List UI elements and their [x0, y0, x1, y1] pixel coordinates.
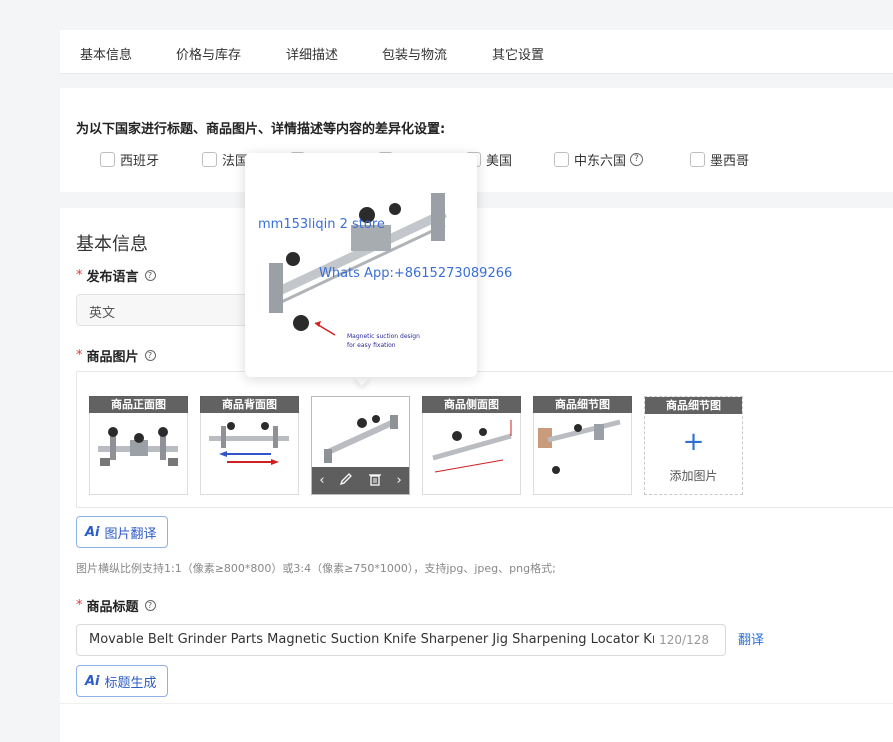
country-settings-title: 为以下国家进行标题、商品图片、详情描述等内容的差异化设置:: [76, 122, 446, 137]
annotation-text: Magnetic suction design: [347, 333, 420, 340]
ai-icon: Ai: [85, 524, 100, 540]
section-title: 基本信息: [76, 234, 148, 255]
ai-icon: Ai: [85, 673, 100, 689]
tab-price-stock[interactable]: 价格与库存: [176, 44, 241, 63]
tab-detail-description[interactable]: 详细描述: [286, 44, 338, 63]
country-label: 中东六国: [574, 154, 627, 169]
next-image-icon[interactable]: ›: [396, 473, 401, 488]
product-images-label: * 商品图片 ?: [76, 346, 156, 365]
product-image: [209, 422, 289, 465]
country-label: 墨西哥: [710, 154, 750, 169]
country-checkbox-mexico[interactable]: 墨西哥: [690, 150, 749, 169]
country-checkbox-middle-east[interactable]: 中东六国?: [554, 150, 644, 169]
image-slot-label: 商品正面图: [89, 396, 188, 413]
button-label: 图片翻译: [104, 526, 157, 542]
label-text: 商品标题: [86, 600, 139, 615]
help-icon[interactable]: ?: [144, 270, 156, 281]
product-image-gallery: 商品正面图 商品背面图 ‹ › 商品侧面图 商品细节图 商品细节图 + 添加图片: [76, 371, 893, 508]
image-translate-button[interactable]: Ai 图片翻译: [76, 516, 168, 548]
country-label: 西班牙: [120, 154, 160, 169]
annotation-text: for easy fixation: [347, 342, 396, 349]
help-icon[interactable]: ?: [630, 153, 644, 166]
required-mark: *: [76, 348, 83, 363]
add-image-text: 添加图片: [669, 469, 718, 483]
label-text: 商品图片: [86, 350, 139, 365]
country-checkbox-spain[interactable]: 西班牙: [100, 150, 159, 169]
watermark-store: mm153liqin 2 store: [258, 217, 385, 232]
checkbox[interactable]: [554, 152, 569, 167]
title-char-count: 120/128: [659, 633, 709, 647]
image-slot-label: 商品背面图: [200, 396, 299, 413]
title-value: Movable Belt Grinder Parts Magnetic Suct…: [89, 632, 654, 647]
image-slot-label: 商品细节图: [533, 396, 632, 413]
help-icon[interactable]: ?: [144, 350, 156, 361]
checkbox[interactable]: [202, 152, 217, 167]
prev-image-icon[interactable]: ‹: [319, 473, 324, 488]
delete-icon[interactable]: [368, 472, 382, 490]
product-image: [538, 419, 621, 474]
product-image: [98, 427, 178, 466]
image-toolbar: ‹ ›: [312, 467, 409, 494]
plus-icon: +: [682, 427, 705, 457]
help-icon[interactable]: ?: [144, 600, 156, 611]
required-mark: *: [76, 268, 83, 283]
title-generate-button[interactable]: Ai 标题生成: [76, 665, 168, 697]
tab-other-settings[interactable]: 其它设置: [492, 44, 544, 63]
tab-basic-info[interactable]: 基本信息: [80, 44, 132, 63]
watermark-whatsapp: Whats App:+8615273089266: [319, 266, 513, 281]
edit-icon[interactable]: [339, 472, 353, 490]
product-image: [432, 420, 512, 473]
country-checkbox-france[interactable]: 法国: [202, 150, 248, 169]
label-text: 发布语言: [86, 270, 139, 285]
translate-link[interactable]: 翻译: [738, 629, 764, 648]
checkbox[interactable]: [690, 152, 705, 167]
checkbox[interactable]: [100, 152, 115, 167]
add-image-button[interactable]: 商品细节图 + 添加图片: [644, 396, 743, 495]
product-title-label: * 商品标题 ?: [76, 596, 156, 615]
image-slot-label: 商品细节图: [645, 397, 742, 414]
publish-language-label: * 发布语言 ?: [76, 266, 156, 285]
image-requirements-hint: 图片横纵比例支持1:1（像素≥800*800）或3:4（像素≥750*1000）…: [76, 562, 556, 575]
divider: [60, 703, 893, 704]
product-title-input[interactable]: Movable Belt Grinder Parts Magnetic Suct…: [76, 624, 726, 656]
image-preview-popover: mm153liqin 2 store Whats App:+8615273089…: [245, 153, 512, 377]
image-slot-label: 商品侧面图: [422, 396, 521, 413]
button-label: 标题生成: [104, 675, 157, 691]
country-label: 美国: [486, 154, 513, 169]
required-mark: *: [76, 598, 83, 613]
image-slot-hovered[interactable]: ‹ ›: [311, 396, 410, 495]
tab-packaging-logistics[interactable]: 包装与物流: [382, 44, 447, 63]
tab-bar: 基本信息 价格与库存 详细描述 包装与物流 其它设置: [60, 30, 893, 74]
